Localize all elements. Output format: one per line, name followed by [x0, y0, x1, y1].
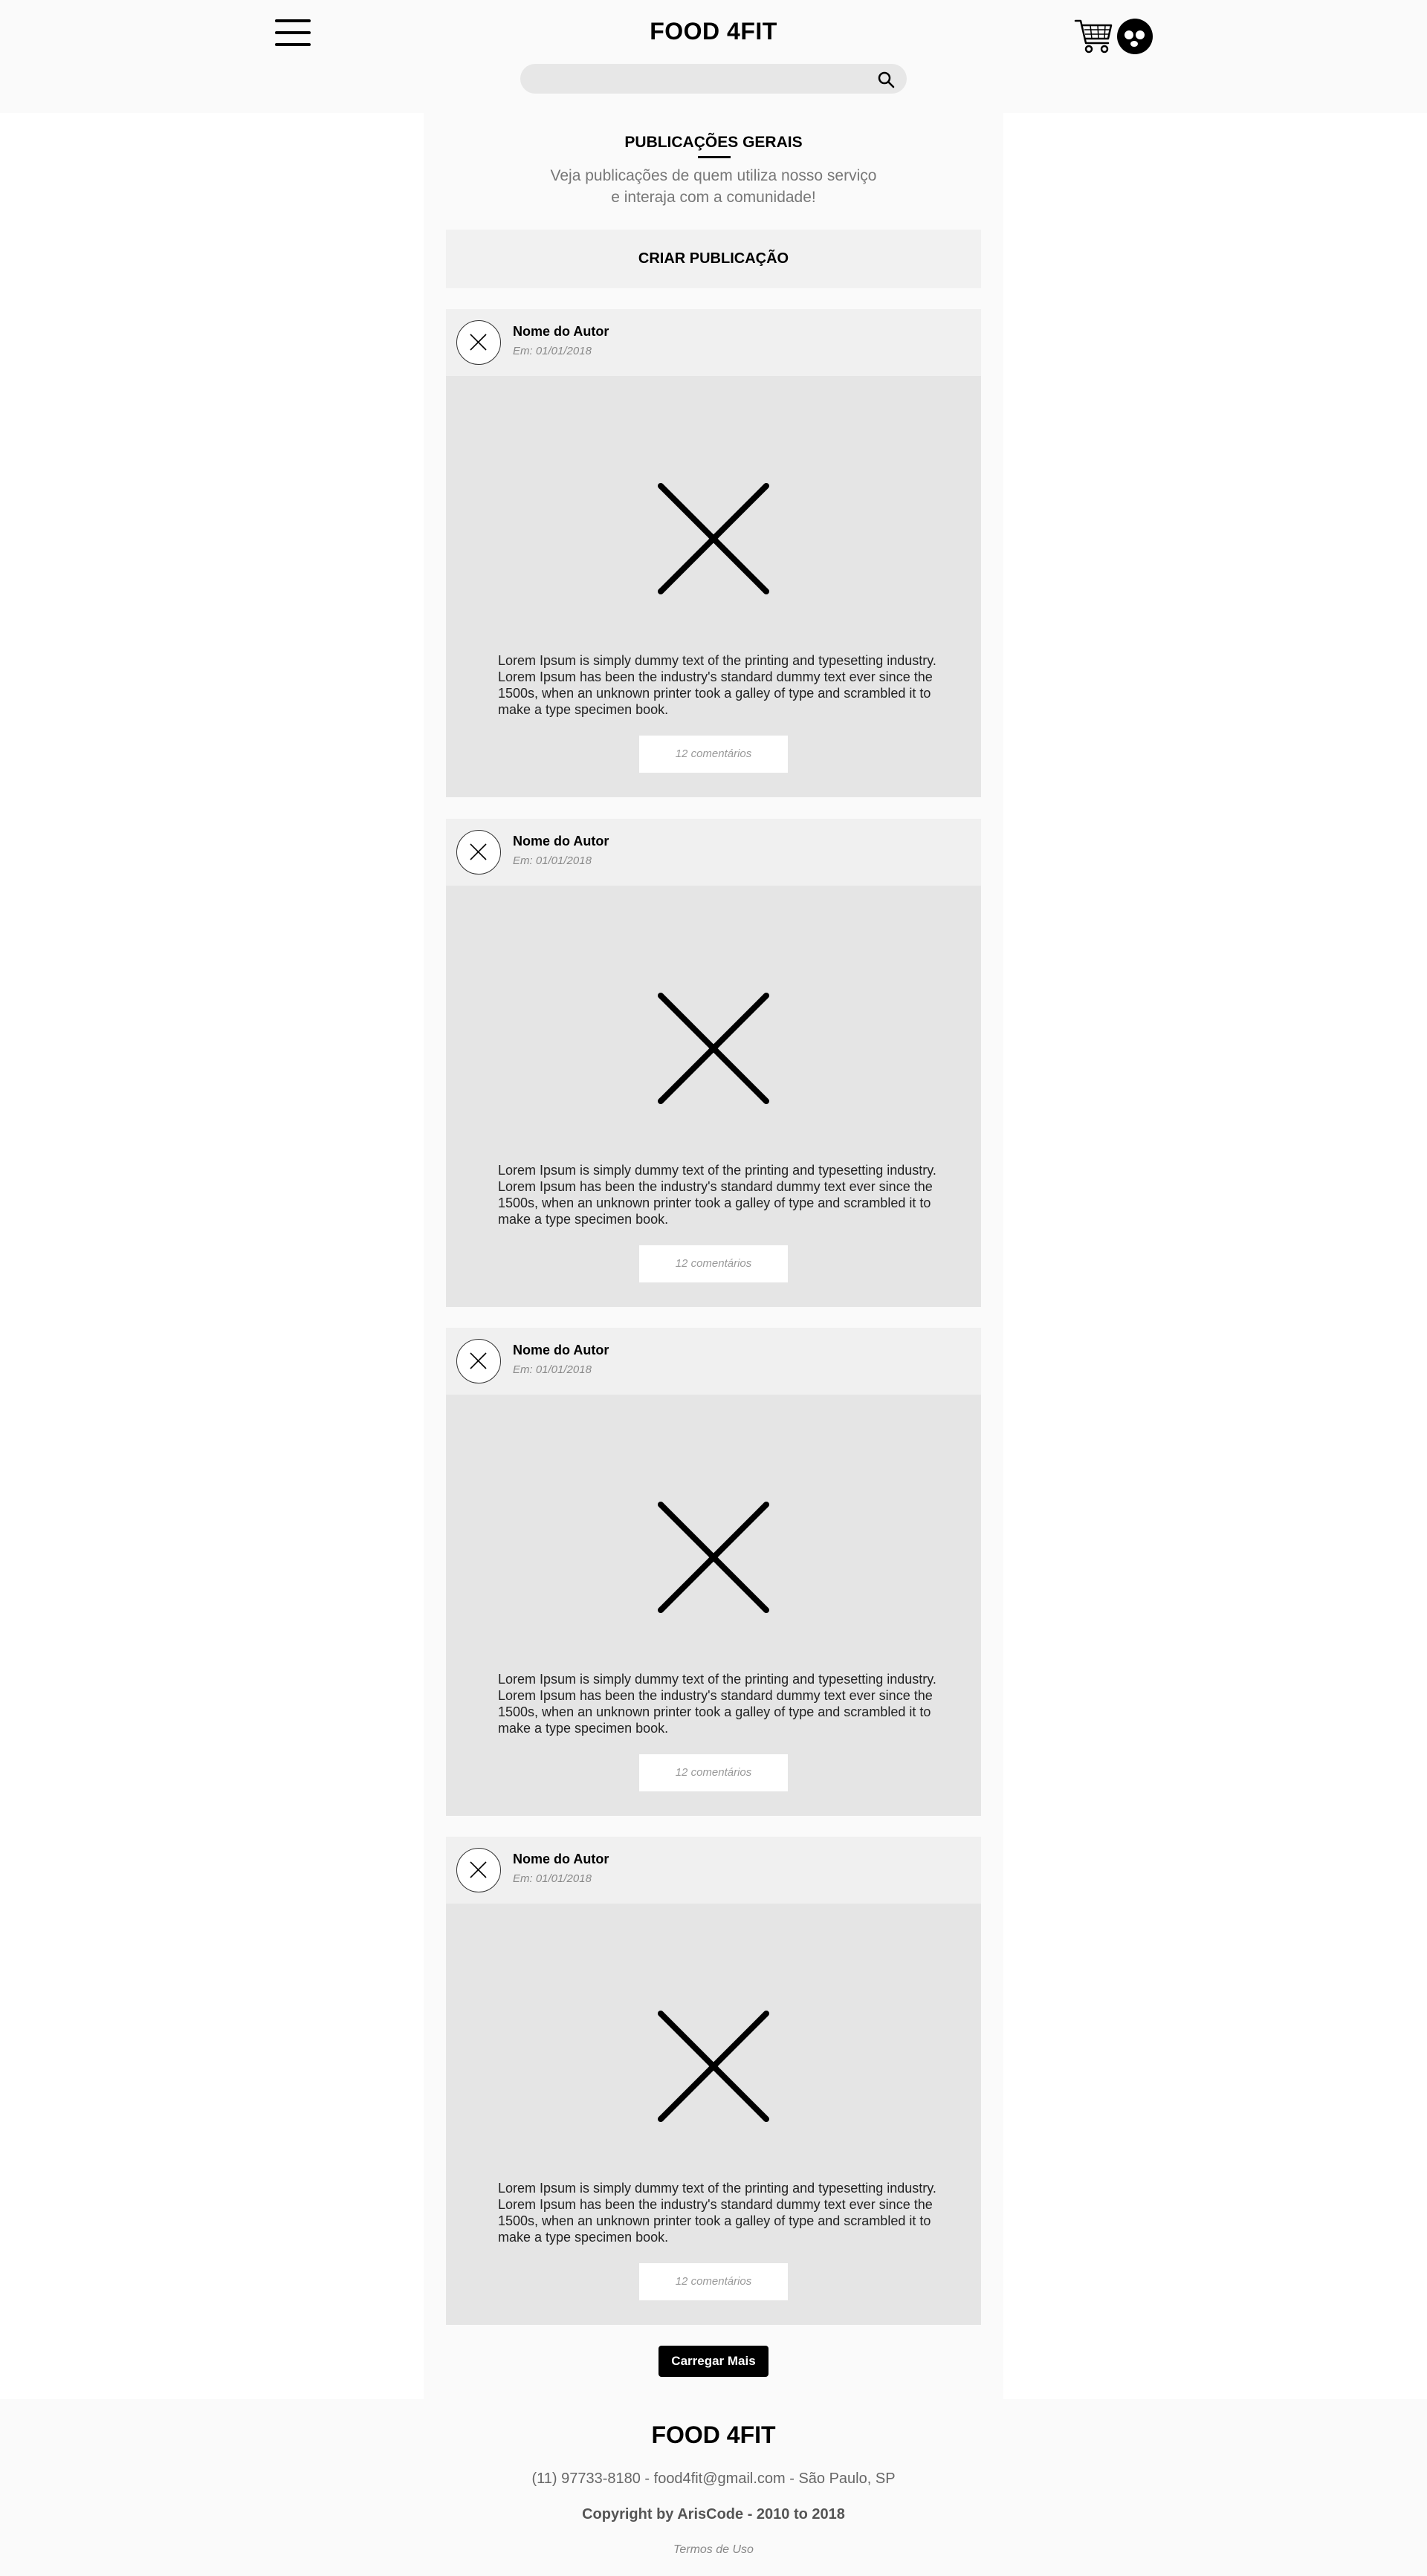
post-text: Lorem Ipsum is simply dummy text of the …: [498, 1672, 936, 1736]
image-placeholder-icon: [658, 483, 769, 594]
load-more-button[interactable]: Carregar Mais: [659, 2346, 768, 2377]
post-card: Nome do Autor Em: 01/01/2018 Lorem Ipsum…: [446, 819, 981, 1307]
author-avatar-placeholder-icon[interactable]: [456, 1848, 501, 1892]
author-avatar-placeholder-icon[interactable]: [456, 320, 501, 365]
post-text: Lorem Ipsum is simply dummy text of the …: [498, 1163, 936, 1227]
post-header: Nome do Autor Em: 01/01/2018: [446, 819, 981, 886]
footer-copyright: Copyright by ArisCode - 2010 to 2018: [582, 2506, 845, 2523]
search-bar: [520, 64, 907, 94]
post-date: Em: 01/01/2018: [513, 1872, 592, 1885]
image-placeholder-icon: [658, 1502, 769, 1613]
user-avatar-icon[interactable]: [1117, 19, 1153, 54]
title-underline: [698, 156, 731, 158]
subtitle-line-2: e interaja com a comunidade!: [611, 189, 816, 206]
footer-contact: (11) 97733-8180 - food4fit@gmail.com - S…: [531, 2470, 896, 2487]
site-footer: FOOD 4FIT (11) 97733-8180 - food4fit@gma…: [0, 2399, 1427, 2576]
page-title: PUBLICAÇÕES GERAIS: [624, 134, 803, 151]
author-name[interactable]: Nome do Autor: [513, 1852, 609, 1867]
image-placeholder-icon: [658, 2011, 769, 2122]
post-date: Em: 01/01/2018: [513, 345, 592, 357]
post-card: Nome do Autor Em: 01/01/2018 Lorem Ipsum…: [446, 1837, 981, 2325]
subtitle-line-1: Veja publicações de quem utiliza nosso s…: [550, 167, 877, 184]
post-text: Lorem Ipsum is simply dummy text of the …: [498, 2181, 936, 2245]
author-avatar-placeholder-icon[interactable]: [456, 1339, 501, 1383]
author-name[interactable]: Nome do Autor: [513, 1343, 609, 1358]
search-input[interactable]: [534, 64, 861, 94]
post-header: Nome do Autor Em: 01/01/2018: [446, 1837, 981, 1904]
search-icon[interactable]: [877, 71, 895, 88]
comments-button[interactable]: 12 comentários: [639, 736, 788, 773]
author-name[interactable]: Nome do Autor: [513, 324, 609, 340]
feed-column: PUBLICAÇÕES GERAIS Veja publicações de q…: [424, 113, 1003, 2399]
post-card: Nome do Autor Em: 01/01/2018 Lorem Ipsum…: [446, 309, 981, 797]
create-post-button[interactable]: CRIAR PUBLICAÇÃO: [446, 230, 981, 288]
comments-button[interactable]: 12 comentários: [639, 2263, 788, 2300]
post-date: Em: 01/01/2018: [513, 854, 592, 867]
post-text: Lorem Ipsum is simply dummy text of the …: [498, 653, 936, 717]
comments-button[interactable]: 12 comentários: [639, 1245, 788, 1282]
image-placeholder-icon: [658, 993, 769, 1104]
author-avatar-placeholder-icon[interactable]: [456, 830, 501, 875]
author-name[interactable]: Nome do Autor: [513, 834, 609, 849]
post-date: Em: 01/01/2018: [513, 1363, 592, 1376]
footer-brand: FOOD 4FIT: [651, 2421, 776, 2448]
site-header: FOOD 4FIT: [0, 0, 1427, 113]
site-brand[interactable]: FOOD 4FIT: [0, 18, 1427, 45]
post-card: Nome do Autor Em: 01/01/2018 Lorem Ipsum…: [446, 1328, 981, 1816]
page-subtitle: Veja publicações de quem utiliza nosso s…: [424, 165, 1003, 208]
comments-button[interactable]: 12 comentários: [639, 1754, 788, 1791]
terms-link[interactable]: Termos de Uso: [0, 2543, 1427, 2557]
post-header: Nome do Autor Em: 01/01/2018: [446, 309, 981, 376]
post-header: Nome do Autor Em: 01/01/2018: [446, 1328, 981, 1395]
shopping-cart-icon[interactable]: [1074, 16, 1114, 56]
